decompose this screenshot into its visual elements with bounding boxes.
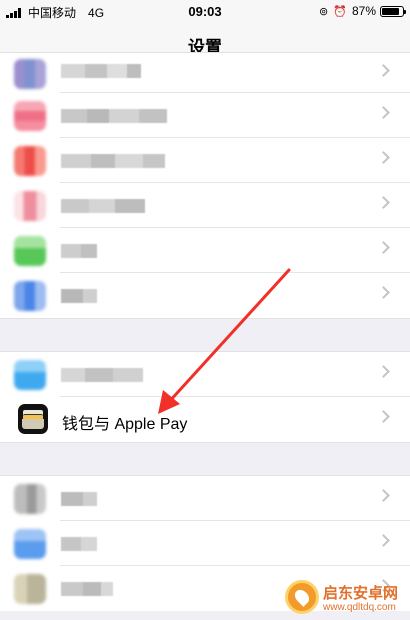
settings-group-2: 钱包与 Apple Pay (0, 351, 410, 443)
wallet-apple-pay-row[interactable]: 钱包与 Apple Pay (0, 397, 410, 442)
status-right: ⊚ ⏰ 87% (319, 4, 406, 18)
blurred-label (61, 537, 97, 551)
chevron-right-icon (377, 489, 390, 502)
chevron-right-icon (377, 286, 390, 299)
chevron-right-icon (377, 365, 390, 378)
settings-row[interactable] (0, 183, 410, 228)
chevron-right-icon (377, 241, 390, 254)
battery-percent: 87% (351, 4, 376, 18)
chevron-right-icon (377, 151, 390, 164)
battery-icon (380, 5, 406, 17)
alarm-icon: ⏰ (333, 5, 347, 18)
blurred-app-icon (14, 484, 46, 514)
watermark-url: www.qdltdq.com (323, 602, 396, 613)
blurred-app-icon (14, 101, 46, 131)
blurred-label (61, 289, 97, 303)
settings-row[interactable] (0, 138, 410, 183)
orientation-lock-icon: ⊚ (319, 5, 329, 18)
blurred-app-icon (14, 146, 46, 176)
settings-row[interactable] (0, 476, 410, 521)
blurred-label (61, 109, 167, 123)
chevron-right-icon (377, 196, 390, 209)
chevron-right-icon (377, 64, 390, 77)
blurred-app-icon (14, 281, 46, 311)
blurred-app-icon (14, 574, 46, 604)
blurred-app-icon (14, 360, 46, 390)
blurred-label (61, 368, 143, 382)
settings-screen: 中国移动 4G 09:03 ⊚ ⏰ 87% 设置 钱包与 Apple Pay 启… (0, 0, 410, 620)
blurred-label (61, 154, 165, 168)
battery-fill (382, 7, 400, 15)
watermark-logo-icon (285, 580, 319, 614)
chevron-right-icon (377, 534, 390, 547)
blurred-label (61, 199, 145, 213)
wallet-apple-pay-label: 钱包与 Apple Pay (62, 416, 188, 433)
settings-group-1 (0, 52, 410, 319)
blurred-label (61, 492, 97, 506)
chevron-right-icon (377, 410, 390, 423)
settings-row[interactable] (0, 273, 410, 318)
settings-row[interactable] (0, 93, 410, 138)
blurred-label (61, 244, 97, 258)
blurred-app-icon (14, 59, 46, 89)
watermark-title: 启东安卓网 (323, 585, 399, 602)
wallet-icon (18, 404, 48, 434)
settings-row[interactable] (0, 53, 410, 93)
watermark: 启东安卓网 www.qdltdq.com (285, 578, 407, 618)
blurred-label (61, 582, 113, 596)
blurred-app-icon (14, 529, 46, 559)
status-bar: 中国移动 4G 09:03 ⊚ ⏰ 87% (0, 0, 410, 22)
settings-row[interactable] (0, 352, 410, 397)
settings-row[interactable] (0, 228, 410, 273)
blurred-app-icon (14, 236, 46, 266)
settings-row[interactable] (0, 521, 410, 566)
blurred-app-icon (14, 191, 46, 221)
chevron-right-icon (377, 106, 390, 119)
blurred-label (61, 64, 141, 78)
